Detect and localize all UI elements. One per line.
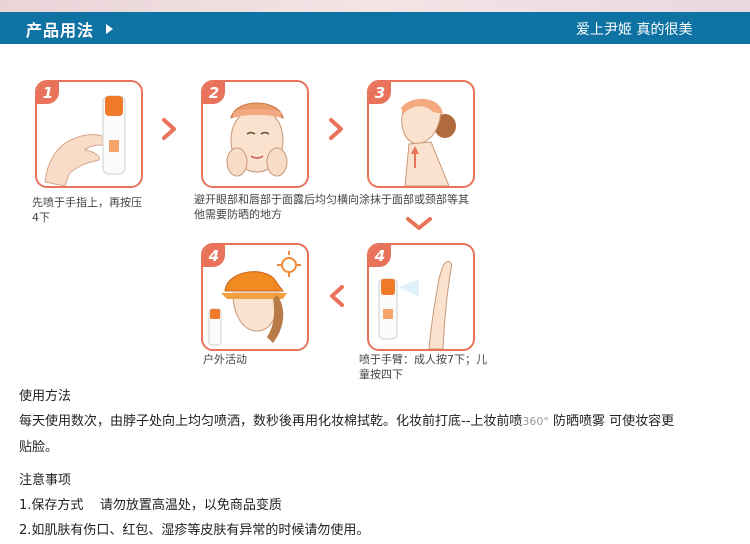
notes-item-1: 1.保存方式 请勿放置高温处，以免商品变质 [19,498,282,513]
usage-text-line2: 贴脸。 [19,440,59,455]
notes-heading: 注意事项 [19,473,72,488]
step-4-outdoor-caption: 户外活动 [203,353,247,366]
usage-text-part-b: 防晒喷雾 可使妆容更 [553,414,675,429]
chevron-down-icon [406,217,432,230]
step-1-caption: 先喷于手指上，再按压4下 [32,196,142,224]
header-slogan: 爱上尹姬 真的很美 [576,22,693,38]
arrow-right-icon [106,24,113,34]
usage-heading: 使用方法 [19,389,72,404]
step-2-card: 2 [201,80,309,188]
top-banner-strip [0,0,750,12]
chevron-right-icon [329,118,343,140]
usage-text-part-a: 每天使用数次，由脖子处向上均匀喷洒，数秒後再用化妆棉拭乾。化妆前打底--上妆前喷 [19,414,523,429]
step-4-outdoor-card: 4 [201,243,309,351]
section-title: 产品用法 [26,21,95,40]
chevron-left-icon [330,285,344,307]
step-4-arm-caption: 喷于手臂：成人按7下；儿童按四下 [359,353,487,381]
step-1-card: 1 [35,80,143,188]
notes-item-2: 2.如肌肤有伤口、红包、湿疹等皮肤有异常的时候请勿使用。 [19,523,370,538]
section-header: 产品用法 爱上尹姬 真的很美 [0,12,750,44]
chevron-right-icon [162,118,176,140]
usage-text-line1: 每天使用数次，由脖子处向上均匀喷洒，数秒後再用化妆棉拭乾。化妆前打底--上妆前喷… [19,410,739,429]
step-4-arm-card: 4 [367,243,475,351]
step-3-card: 3 [367,80,475,188]
usage-text-number: 360° [522,415,549,428]
